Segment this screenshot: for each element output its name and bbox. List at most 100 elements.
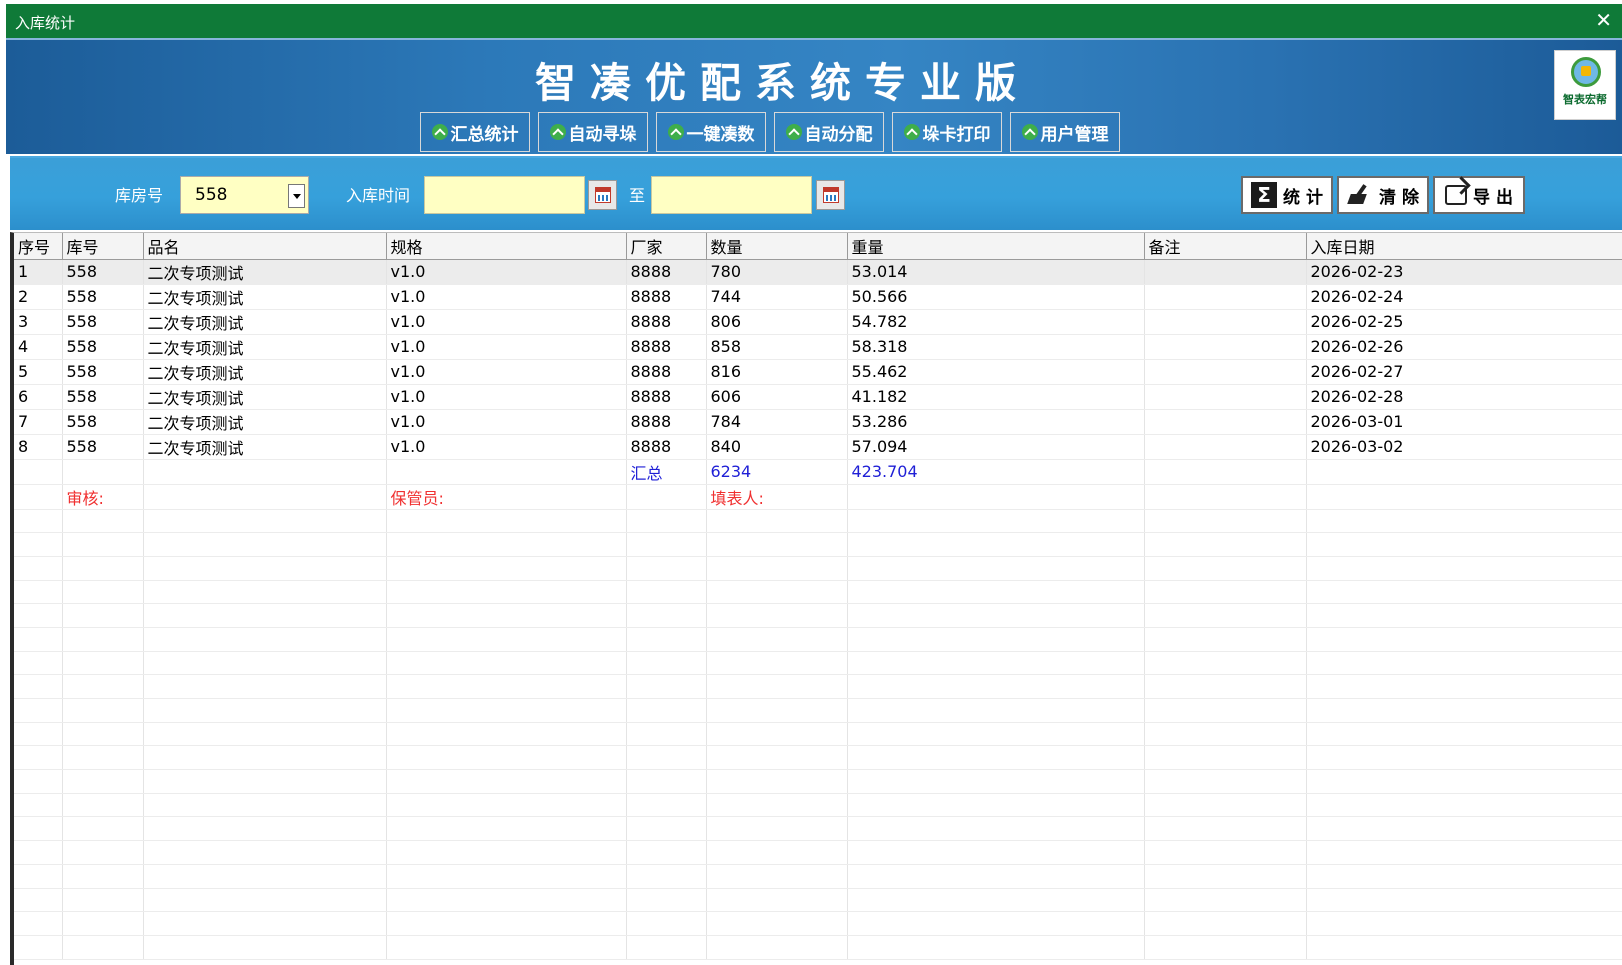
table-cell[interactable] — [1144, 722, 1307, 747]
empty-row[interactable] — [14, 509, 1622, 534]
table-cell[interactable] — [626, 556, 707, 581]
table-cell[interactable] — [847, 911, 1145, 936]
table-cell[interactable] — [847, 722, 1145, 747]
table-cell[interactable] — [143, 935, 387, 960]
table-cell[interactable] — [1306, 459, 1622, 485]
table-cell[interactable] — [706, 580, 848, 605]
table-cell[interactable] — [14, 769, 63, 794]
table-cell[interactable] — [626, 627, 707, 652]
empty-row[interactable] — [14, 816, 1622, 842]
table-cell[interactable] — [62, 793, 144, 818]
table-cell[interactable] — [847, 769, 1145, 794]
table-cell[interactable]: 55.462 — [847, 359, 1145, 385]
table-cell[interactable] — [1144, 816, 1307, 842]
close-icon[interactable]: ✕ — [1595, 8, 1612, 32]
table-cell[interactable] — [386, 509, 627, 534]
table-cell[interactable] — [143, 651, 387, 676]
table-cell[interactable]: 二次专项测试 — [143, 259, 387, 285]
chevron-down-icon[interactable] — [288, 184, 305, 208]
table-cell[interactable] — [847, 935, 1145, 960]
table-cell[interactable] — [143, 532, 387, 557]
table-cell[interactable] — [14, 816, 63, 842]
table-cell[interactable] — [62, 840, 144, 865]
table-cell[interactable] — [143, 745, 387, 771]
table-cell[interactable] — [706, 793, 848, 818]
table-cell[interactable] — [1144, 627, 1307, 652]
table-cell[interactable] — [386, 651, 627, 676]
table-cell[interactable] — [143, 603, 387, 628]
table-cell[interactable] — [386, 556, 627, 581]
table-cell[interactable]: 2 — [14, 284, 63, 310]
table-cell[interactable]: v1.0 — [386, 359, 627, 385]
table-cell[interactable] — [1144, 459, 1307, 485]
table-cell[interactable]: 840 — [706, 434, 848, 460]
table-cell[interactable] — [1306, 603, 1622, 628]
table-row[interactable]: 1 558 二次专项测试 v1.0 8888 780 53.014 2026-02-23 — [14, 259, 1622, 285]
table-cell[interactable] — [1306, 674, 1622, 699]
table-cell[interactable]: 8888 — [626, 359, 707, 385]
empty-row[interactable] — [14, 651, 1622, 676]
table-cell[interactable] — [706, 674, 848, 699]
table-cell[interactable] — [1306, 816, 1622, 842]
table-cell[interactable]: 780 — [706, 259, 848, 285]
table-cell[interactable] — [1144, 769, 1307, 794]
table-cell[interactable] — [1144, 509, 1307, 534]
table-cell[interactable] — [386, 459, 627, 485]
table-cell[interactable]: v1.0 — [386, 309, 627, 335]
table-cell[interactable] — [1144, 434, 1307, 460]
table-cell[interactable] — [143, 484, 387, 510]
column-header[interactable]: 品名 — [143, 233, 387, 260]
table-cell[interactable] — [1306, 864, 1622, 889]
table-cell[interactable]: 784 — [706, 409, 848, 435]
table-cell[interactable] — [847, 864, 1145, 889]
table-cell[interactable] — [847, 532, 1145, 557]
column-header[interactable]: 数量 — [706, 233, 848, 260]
column-header[interactable]: 备注 — [1144, 233, 1307, 260]
table-cell[interactable]: 二次专项测试 — [143, 359, 387, 385]
table-cell[interactable] — [386, 698, 627, 723]
data-grid[interactable]: 序号 库号 品名 规格 厂家 数量 重量 备注 入库日期 1 558 二次专项测试 v… — [10, 232, 1622, 965]
table-cell[interactable] — [626, 745, 707, 771]
table-cell[interactable] — [14, 484, 63, 510]
export-button[interactable]: 导 出 — [1433, 176, 1525, 214]
empty-row[interactable] — [14, 793, 1622, 818]
table-cell[interactable] — [847, 627, 1145, 652]
table-cell[interactable]: v1.0 — [386, 334, 627, 360]
table-cell[interactable]: 41.182 — [847, 384, 1145, 410]
table-cell[interactable] — [1144, 864, 1307, 889]
table-cell[interactable] — [143, 698, 387, 723]
table-cell[interactable]: 8888 — [626, 309, 707, 335]
table-cell[interactable] — [1144, 259, 1307, 285]
table-cell[interactable] — [62, 651, 144, 676]
table-cell[interactable] — [847, 888, 1145, 913]
table-cell[interactable] — [847, 509, 1145, 534]
table-cell[interactable] — [386, 935, 627, 960]
table-cell[interactable] — [706, 532, 848, 557]
table-cell[interactable] — [14, 793, 63, 818]
empty-row[interactable] — [14, 935, 1622, 960]
table-cell[interactable] — [847, 840, 1145, 865]
table-cell[interactable]: 58.318 — [847, 334, 1145, 360]
table-cell[interactable]: 二次专项测试 — [143, 309, 387, 335]
table-cell[interactable] — [386, 674, 627, 699]
table-cell[interactable] — [1144, 674, 1307, 699]
table-cell[interactable] — [1144, 888, 1307, 913]
table-cell[interactable]: 816 — [706, 359, 848, 385]
table-cell[interactable] — [14, 722, 63, 747]
table-cell[interactable] — [706, 816, 848, 842]
table-cell[interactable]: 53.286 — [847, 409, 1145, 435]
table-cell[interactable] — [386, 745, 627, 771]
table-cell[interactable] — [626, 769, 707, 794]
table-cell[interactable] — [14, 911, 63, 936]
empty-row[interactable] — [14, 888, 1622, 913]
table-cell[interactable] — [847, 793, 1145, 818]
table-cell[interactable] — [626, 888, 707, 913]
table-cell[interactable] — [143, 816, 387, 842]
empty-row[interactable] — [14, 627, 1622, 652]
table-cell[interactable]: v1.0 — [386, 434, 627, 460]
empty-row[interactable] — [14, 698, 1622, 723]
table-cell[interactable] — [62, 816, 144, 842]
nav-button-find-stack[interactable]: 自动寻垛 — [538, 112, 648, 152]
table-cell[interactable] — [1144, 359, 1307, 385]
table-cell[interactable] — [706, 556, 848, 581]
